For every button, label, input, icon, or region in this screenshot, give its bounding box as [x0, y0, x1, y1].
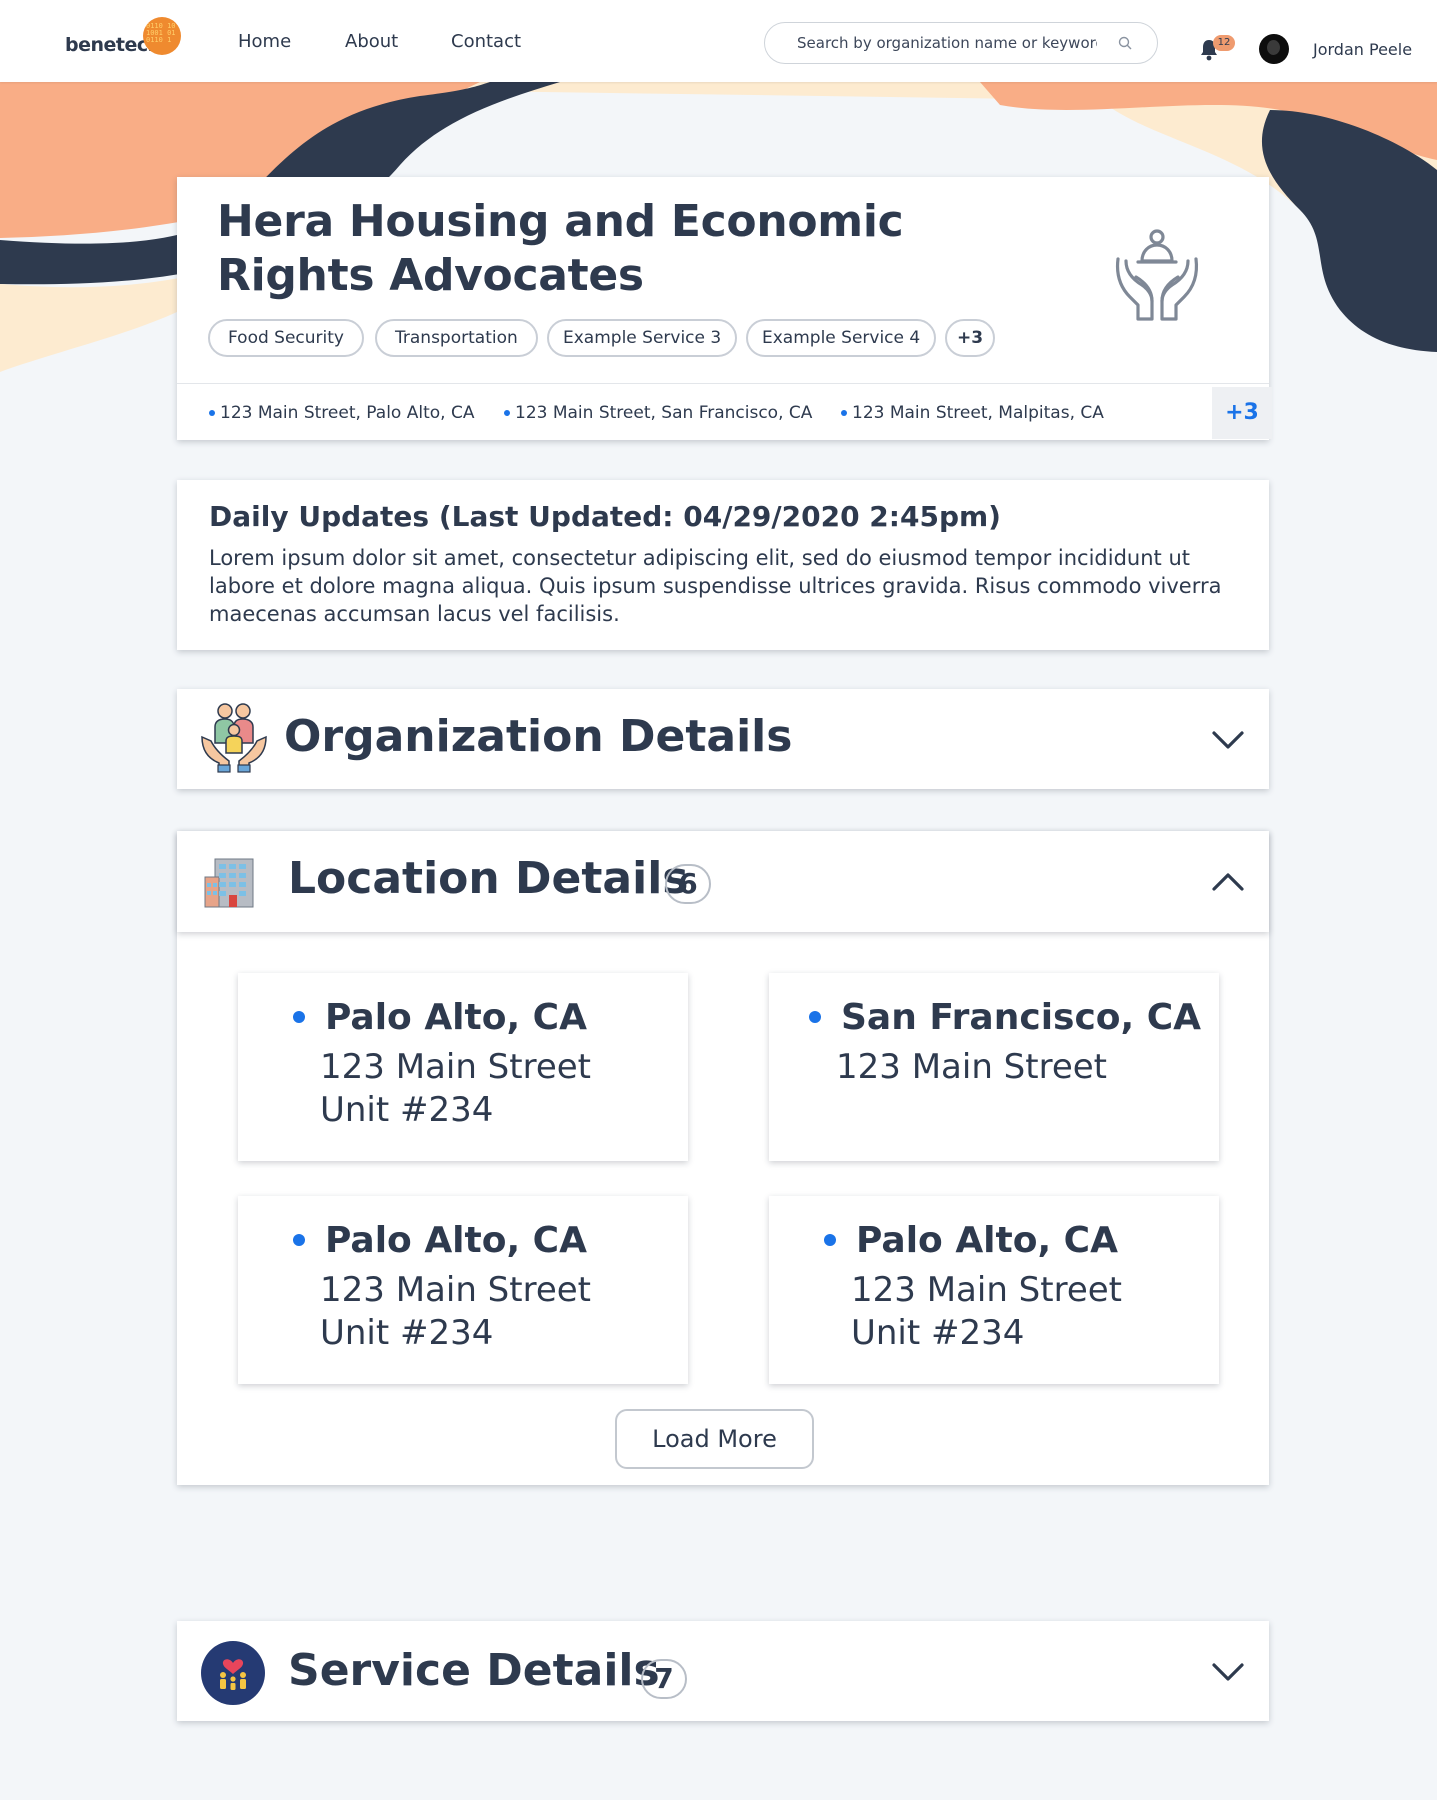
location-dot-icon	[841, 410, 847, 416]
nav-about[interactable]: About	[345, 31, 398, 52]
chevron-down-icon[interactable]	[1208, 725, 1248, 755]
address-link[interactable]: 123 Main Street, Malpitas, CA	[841, 403, 1104, 423]
organization-header-card: Hera Housing and Economic Rights Advocat…	[177, 177, 1272, 440]
helping-hands-icon	[1115, 229, 1199, 321]
top-navigation-bar: benetech 0110 10 1001 01 0110 1 Home Abo…	[0, 0, 1437, 82]
organization-name: Hera Housing and Economic Rights Advocat…	[217, 196, 904, 301]
address-link[interactable]: 123 Main Street, Palo Alto, CA	[209, 403, 474, 423]
location-street: 123 Main Street	[851, 1270, 1122, 1310]
organization-details-title: Organization Details	[284, 711, 793, 762]
location-card[interactable]: Palo Alto, CA 123 Main Street Unit #234	[238, 973, 688, 1161]
location-details-accordion[interactable]: Location Details 6	[177, 831, 1269, 932]
location-city: Palo Alto, CA	[325, 1220, 587, 1261]
building-icon	[204, 858, 254, 908]
location-dot-icon	[293, 1011, 305, 1023]
location-card[interactable]: Palo Alto, CA 123 Main Street Unit #234	[238, 1196, 688, 1384]
location-street: 123 Main Street	[320, 1270, 591, 1310]
service-tag-food-security[interactable]: Food Security	[208, 319, 364, 357]
location-dot-icon	[824, 1234, 836, 1246]
location-street: 123 Main Street	[836, 1047, 1107, 1087]
location-unit: Unit #234	[851, 1313, 1025, 1353]
location-count-badge: 6	[665, 864, 711, 904]
service-details-title: Service Details	[288, 1645, 660, 1696]
service-count-badge: 7	[641, 1659, 687, 1699]
user-name[interactable]: Jordan Peele	[1313, 40, 1412, 59]
user-avatar[interactable]	[1259, 34, 1289, 64]
chevron-up-icon[interactable]	[1208, 867, 1248, 897]
location-city: San Francisco, CA	[841, 997, 1202, 1038]
location-city: Palo Alto, CA	[856, 1220, 1118, 1261]
location-dot-icon	[293, 1234, 305, 1246]
more-tags-button[interactable]: +3	[945, 319, 996, 357]
location-unit: Unit #234	[320, 1090, 494, 1130]
more-addresses-button[interactable]: +3	[1212, 387, 1272, 439]
load-more-button[interactable]: Load More	[615, 1409, 814, 1469]
location-unit: Unit #234	[320, 1313, 494, 1353]
notification-count-badge: 12	[1213, 35, 1235, 51]
address-link[interactable]: 123 Main Street, San Francisco, CA	[504, 403, 812, 423]
location-city: Palo Alto, CA	[325, 997, 587, 1038]
nav-home[interactable]: Home	[238, 31, 291, 52]
benetech-logo-icon[interactable]: 0110 10 1001 01 0110 1	[143, 17, 181, 55]
daily-updates-card: Daily Updates (Last Updated: 04/29/2020 …	[177, 480, 1269, 650]
service-tag-transportation[interactable]: Transportation	[375, 319, 538, 357]
location-dot-icon	[809, 1011, 821, 1023]
search-box	[764, 22, 1158, 64]
search-input[interactable]	[795, 33, 1099, 53]
service-family-icon	[201, 1641, 265, 1705]
search-icon[interactable]	[1117, 35, 1133, 51]
organization-details-accordion[interactable]: Organization Details	[177, 689, 1269, 789]
location-card[interactable]: San Francisco, CA 123 Main Street	[769, 973, 1219, 1161]
nav-contact[interactable]: Contact	[451, 31, 521, 52]
location-card[interactable]: Palo Alto, CA 123 Main Street Unit #234	[769, 1196, 1219, 1384]
service-tag-example-4[interactable]: Example Service 4	[746, 319, 937, 357]
family-icon	[201, 703, 267, 773]
chevron-down-icon[interactable]	[1208, 1657, 1248, 1687]
location-street: 123 Main Street	[320, 1047, 591, 1087]
service-details-accordion[interactable]: Service Details 7	[177, 1621, 1269, 1721]
service-tag-example-3[interactable]: Example Service 3	[547, 319, 738, 357]
divider	[177, 383, 1269, 384]
location-dot-icon	[209, 410, 215, 416]
location-details-title: Location Details	[288, 853, 689, 904]
daily-updates-title: Daily Updates (Last Updated: 04/29/2020 …	[209, 500, 1001, 533]
daily-updates-body: Lorem ipsum dolor sit amet, consectetur …	[209, 546, 1222, 626]
location-dot-icon	[504, 410, 510, 416]
